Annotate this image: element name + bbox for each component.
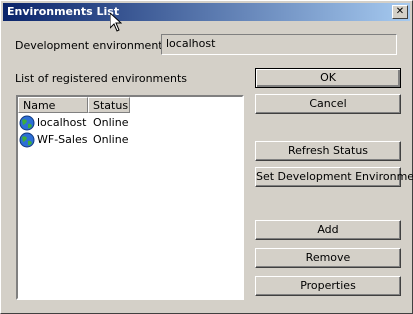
mouse-pointer-icon: [110, 13, 122, 32]
dev-env-field: localhost: [161, 34, 397, 55]
list-item[interactable]: localhost Online: [19, 115, 241, 131]
refresh-status-button[interactable]: Refresh Status: [255, 141, 401, 161]
set-development-environment-button[interactable]: Set Development Environment: [255, 167, 413, 187]
ok-button[interactable]: OK: [255, 68, 401, 88]
cancel-button[interactable]: Cancel: [255, 94, 401, 114]
dev-env-label: Development environment:: [15, 39, 167, 52]
list-item[interactable]: WF-Sales Online: [19, 132, 241, 148]
environments-listview[interactable]: Name Status localhost Online WF-Sales On…: [16, 95, 244, 300]
globe-icon: [19, 115, 35, 131]
title-bar[interactable]: Environments List ✕: [3, 3, 410, 21]
environments-dialog: Environments List ✕ Development environm…: [0, 0, 413, 314]
globe-icon: [19, 132, 35, 148]
column-header-status[interactable]: Status: [88, 97, 130, 113]
env-name: localhost: [37, 116, 87, 129]
remove-button[interactable]: Remove: [255, 248, 401, 268]
window-title: Environments List: [7, 5, 120, 18]
env-name: WF-Sales: [37, 133, 88, 146]
column-header-name[interactable]: Name: [18, 97, 88, 113]
env-status: Online: [93, 133, 129, 146]
properties-button[interactable]: Properties: [255, 276, 401, 296]
close-button[interactable]: ✕: [392, 5, 408, 19]
list-label: List of registered environments: [15, 72, 188, 85]
env-status: Online: [93, 116, 129, 129]
add-button[interactable]: Add: [255, 220, 401, 240]
